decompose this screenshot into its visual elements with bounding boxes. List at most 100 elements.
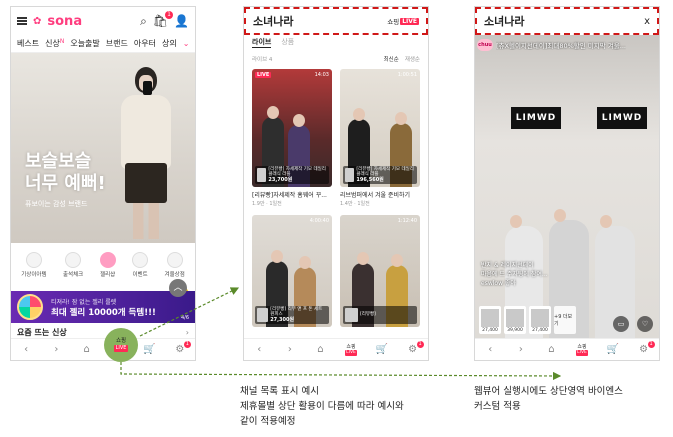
live-viewer-screen: 소녀나라 x chuu [츄X헬이지선데이]최대80%할인 미지막 겨울... … xyxy=(474,6,660,361)
shopping-live-tab[interactable]: 쇼핑 LIVE xyxy=(576,344,588,356)
live-thumbnail[interactable]: 4:00:40 [리뷰빵] 리부 앤 프 돈 세트 원피스 27,300원 xyxy=(252,215,332,327)
back-icon[interactable]: ‹ xyxy=(20,344,32,355)
card-title: [리뷰빵]자세제작 홈웨어 꾸... xyxy=(252,192,327,199)
cart-nav-icon[interactable]: 🛒 xyxy=(376,344,388,355)
logo[interactable]: sona xyxy=(47,14,82,29)
top-bar: ✿ sona ⌕ 🛍 1 👤 xyxy=(11,7,195,35)
live-grid: LIVE 14:03 [리뷰빵] 자세제작 기모 데일리 클래식 라플 23,70… xyxy=(252,69,420,327)
live-thumbnail[interactable]: 1:12:40 [리뷰빵] xyxy=(340,215,420,327)
back-icon[interactable]: ‹ xyxy=(484,344,496,355)
notification-badge: 1 xyxy=(183,341,191,348)
cart-nav-icon[interactable]: 🛒 xyxy=(607,344,619,355)
search-icon[interactable]: ⌕ xyxy=(140,15,147,27)
user-icon[interactable]: 👤 xyxy=(174,15,189,27)
bottom-nav: ‹ › ⌂ 쇼핑 LIVE 🛒 ⚙ 1 xyxy=(475,338,659,360)
quick-item-event[interactable]: 이벤트 xyxy=(132,252,149,278)
caption-channel-list: 채널 목록 표시 예시 제휴몰별 상단 활용이 다름에 따라 예시와 같이 적용… xyxy=(240,386,404,427)
product-item[interactable]: 27,400 xyxy=(479,306,501,334)
shopping-live-tab[interactable]: 쇼핑 LIVE xyxy=(345,344,357,356)
chat-icon[interactable]: ▭ xyxy=(613,316,629,332)
new-mark: N xyxy=(59,38,65,45)
hero-model-image xyxy=(113,63,179,239)
store-sign: LIMWD xyxy=(511,107,561,129)
logo-mark-icon: ✿ xyxy=(33,15,42,27)
quick-item-weather[interactable]: 기상이아템 xyxy=(21,252,47,278)
live-card[interactable]: 1:00:51 [리뷰빵] 자세제작 기모 데일리 클래식 라플 196,560원… xyxy=(340,69,420,207)
category-top[interactable]: 상의 xyxy=(162,38,177,49)
product-overlay[interactable]: [리뷰빵] xyxy=(343,306,417,324)
bottom-nav: ‹ › ⌂ 🛒 ⚙ 1 xyxy=(11,338,195,360)
card-meta: 1.4만 · 1일전 xyxy=(340,201,370,207)
sort-latest[interactable]: 최신순 xyxy=(384,55,399,63)
product-item[interactable]: 27,400 xyxy=(529,306,551,334)
notification-badge: 1 xyxy=(416,341,424,348)
banner-big-text: 최대 젤리 10000개 득템!!! xyxy=(51,307,156,318)
quick-item-attendance[interactable]: 출석체크 xyxy=(63,252,83,278)
forward-icon[interactable]: › xyxy=(515,344,527,355)
sort-views[interactable]: 재생순 xyxy=(405,55,420,63)
forward-icon[interactable]: › xyxy=(284,344,296,355)
home-icon[interactable]: ⌂ xyxy=(314,344,326,355)
banner-page-indicator: 4/6 xyxy=(180,315,189,321)
menu-icon[interactable] xyxy=(17,17,27,25)
live-thumbnail[interactable]: LIVE 14:03 [리뷰빵] 자세제작 기모 데일리 클래식 라플 23,70… xyxy=(252,69,332,187)
back-icon[interactable]: ‹ xyxy=(253,344,265,355)
chevron-down-icon[interactable]: ⌄ xyxy=(183,39,190,48)
product-item[interactable]: 39,900 xyxy=(504,306,526,334)
hero-subtitle: 퓨보이는 감성 브랜드 xyxy=(25,200,88,208)
duration: 4:00:40 xyxy=(309,218,329,224)
channel-title: 소녀나라 xyxy=(484,15,525,28)
live-thumbnail[interactable]: 1:00:51 [리뷰빵] 자세제작 기모 데일리 클래식 라플 196,560원 xyxy=(340,69,420,187)
channel-badge[interactable]: chuu xyxy=(477,39,493,51)
product-overlay[interactable]: [리뷰빵] 리부 앤 프 돈 세트 원피스 27,300원 xyxy=(255,306,329,324)
cart-icon[interactable]: 🛍 1 xyxy=(153,11,174,27)
store-sign: LIMWD xyxy=(597,107,647,129)
category-best[interactable]: 베스트 xyxy=(17,38,39,49)
heart-icon xyxy=(99,252,116,268)
product-overlay[interactable]: [리뷰빵] 자세제작 기모 데일리 클래식 라플 23,700원 xyxy=(255,166,329,184)
bottom-nav: ‹ › ⌂ 쇼핑 LIVE 🛒 ⚙ 1 xyxy=(244,338,428,360)
notification-badge: 1 xyxy=(647,341,655,348)
close-button[interactable]: x xyxy=(644,16,650,27)
caption-webviewer: 웹뷰어 실행시에도 상단영역 바이엔스 커스텀 적용 xyxy=(474,386,623,412)
live-count: 라이브 4 xyxy=(252,57,273,63)
tab-products[interactable]: 상품 xyxy=(281,37,294,47)
live-card[interactable]: 4:00:40 [리뷰빵] 리부 앤 프 돈 세트 원피스 27,300원 xyxy=(252,215,332,327)
product-overlay[interactable]: [리뷰빵] 자세제작 기모 데일리 클래식 라플 196,560원 xyxy=(343,166,417,184)
shopping-live-button[interactable]: 쇼핑 LIVE xyxy=(104,328,138,362)
home-icon[interactable]: ⌂ xyxy=(545,344,557,355)
home-icon[interactable]: ⌂ xyxy=(81,344,93,355)
cart-count-badge: 1 xyxy=(165,11,174,19)
channel-title: 소녀나라 xyxy=(253,15,294,28)
hero-banner[interactable]: 보슬보슬 너무 예뻐! 퓨보이는 감성 브랜드 xyxy=(11,53,195,243)
section-title: 요즘 뜨는 신상 xyxy=(17,327,67,337)
settings-icon[interactable]: ⚙ 1 xyxy=(174,341,191,355)
category-today[interactable]: 오늘출발 xyxy=(70,38,99,49)
category-outer[interactable]: 아우터 xyxy=(134,38,156,49)
quick-item-winter[interactable]: 겨울상점 xyxy=(165,252,185,278)
live-badge: LIVE xyxy=(113,345,129,352)
forward-icon[interactable]: › xyxy=(50,344,62,355)
scroll-top-button[interactable]: ︿ xyxy=(169,279,187,297)
more-products-button[interactable]: +9 더보기 xyxy=(554,306,576,334)
chevron-right-icon: › xyxy=(185,327,189,337)
stream-title: [츄X헬이지선데이]최대80%할인 미지막 겨울... xyxy=(496,42,626,50)
category-new[interactable]: 신상N xyxy=(45,38,64,49)
live-card[interactable]: LIVE 14:03 [리뷰빵] 자세제작 기모 데일리 클래식 라플 23,70… xyxy=(252,69,332,207)
settings-icon[interactable]: ⚙ 1 xyxy=(407,341,424,355)
roulette-banner[interactable]: 티져라! 잠 없는 젤리 룰렛 최대 젤리 10000개 득템!!! ︿ 4/6 xyxy=(11,279,195,323)
tab-live[interactable]: 라이브 xyxy=(252,37,272,48)
live-card[interactable]: 1:12:40 [리뷰빵] xyxy=(340,215,420,327)
quick-item-jelly[interactable]: 젤리샵 xyxy=(99,252,116,278)
heart-icon[interactable]: ♡ xyxy=(637,316,653,332)
home-screen: ✿ sona ⌕ 🛍 1 👤 베스트 신상N 오늘출발 브랜드 아우터 상의 ⌄ … xyxy=(10,6,196,361)
live-video[interactable]: chuu [츄X헬이지선데이]최대80%할인 미지막 겨울... LIMWD L… xyxy=(475,35,659,338)
category-nav: 베스트 신상N 오늘출발 브랜드 아우터 상의 ⌄ xyxy=(11,35,195,53)
duration: 1:00:51 xyxy=(397,72,417,78)
card-title: 리브범퍼에서 겨울 준비하기 xyxy=(340,192,411,199)
cart-nav-icon[interactable]: 🛒 xyxy=(143,344,155,355)
shopping-live-logo[interactable]: 쇼핑 LIVE xyxy=(387,16,419,26)
category-brand[interactable]: 브랜드 xyxy=(106,38,128,49)
live-badge: LIVE xyxy=(255,72,272,78)
settings-icon[interactable]: ⚙ 1 xyxy=(638,341,655,355)
